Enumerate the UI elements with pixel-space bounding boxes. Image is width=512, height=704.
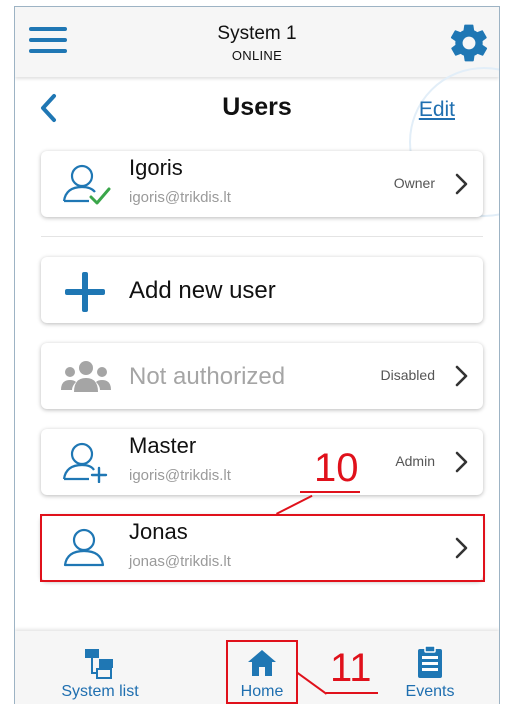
callout-underline-11: [326, 692, 378, 694]
user-email: igoris@trikdis.lt: [129, 189, 231, 206]
tab-events[interactable]: Events: [385, 645, 475, 701]
plus-icon: [65, 272, 105, 312]
user-role: Disabled: [380, 367, 435, 383]
gear-icon[interactable]: [447, 21, 491, 65]
user-role: Owner: [393, 175, 435, 191]
user-email: igoris@trikdis.lt: [129, 467, 231, 484]
user-name: Not authorized: [129, 363, 286, 390]
app-frame: System 1 ONLINE Users Edit Igoris igoris…: [14, 6, 500, 704]
user-group-icon: [61, 361, 111, 392]
events-clipboard-icon: [418, 645, 442, 678]
chevron-right-icon: [455, 173, 468, 195]
system-list-icon: [85, 649, 113, 679]
user-check-icon: [62, 164, 111, 205]
edit-link[interactable]: Edit: [419, 98, 455, 122]
tab-label: System list: [61, 683, 139, 700]
tab-system-list[interactable]: System list: [45, 647, 155, 701]
user-name: Igoris: [129, 155, 183, 180]
user-name: Master: [129, 433, 197, 458]
chevron-right-icon: [455, 365, 468, 387]
user-role: Admin: [395, 453, 435, 469]
callout-underline-10: [300, 491, 360, 493]
callout-box-jonas: [40, 514, 485, 582]
user-card-master[interactable]: Master igoris@trikdis.lt Admin: [41, 429, 483, 495]
callout-box-home: [226, 640, 298, 704]
tab-label: Events: [405, 683, 455, 700]
top-bar: System 1 ONLINE: [15, 7, 499, 77]
callout-number-11: 11: [330, 646, 372, 690]
system-status: ONLINE: [231, 48, 283, 63]
system-name: System 1: [217, 23, 297, 44]
callout-number-10: 10: [314, 446, 359, 490]
user-plus-icon: [62, 442, 108, 483]
owner-user-card[interactable]: Igoris igoris@trikdis.lt Owner: [41, 151, 483, 217]
add-new-user-label: Add new user: [129, 277, 276, 304]
add-new-user-button[interactable]: Add new user: [41, 257, 483, 323]
not-authorized-card[interactable]: Not authorized Disabled: [41, 343, 483, 409]
divider: [41, 236, 483, 237]
chevron-right-icon: [455, 451, 468, 473]
